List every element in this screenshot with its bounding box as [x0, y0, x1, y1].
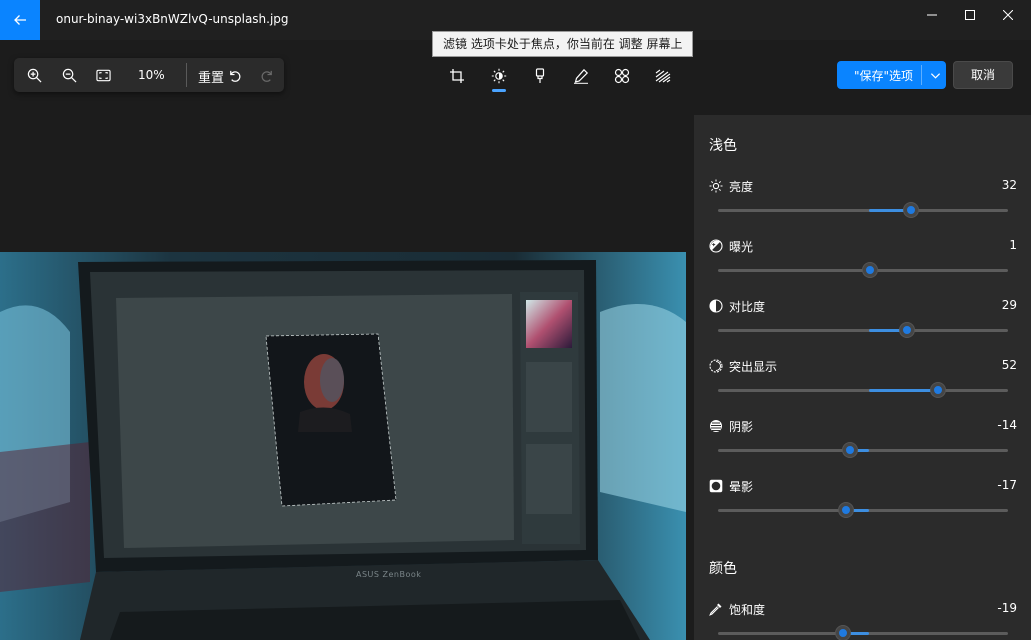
save-label: "保存"选项	[854, 69, 914, 83]
exposure-slider[interactable]	[718, 263, 1008, 277]
contrast-slider[interactable]	[718, 323, 1008, 337]
zoom-level: 10%	[138, 68, 165, 82]
cancel-button[interactable]: 取消	[953, 61, 1013, 89]
adjust-tool-button[interactable]	[486, 63, 512, 89]
filter-brush-icon	[535, 68, 545, 83]
zoom-toolbar: 10% 重置	[14, 58, 284, 92]
save-divider	[921, 65, 922, 85]
pen-icon	[574, 68, 589, 84]
zoom-in-icon	[27, 68, 41, 82]
slider-thumb[interactable]	[836, 626, 851, 640]
highlights-row: 突出显示 52	[694, 355, 1031, 415]
reset-button[interactable]: 重置	[198, 67, 224, 86]
adjustment-label: 对比度	[729, 300, 766, 314]
contrast-row: 对比度 29	[694, 295, 1031, 355]
maximize-icon	[965, 10, 975, 20]
vignette-icon	[708, 478, 724, 494]
undo-icon	[229, 70, 240, 82]
redo-icon	[261, 70, 272, 82]
undo-button[interactable]	[222, 63, 246, 87]
exposure-row: 曝光 1	[694, 235, 1031, 295]
close-icon	[1003, 10, 1013, 20]
red-eye-tool-button[interactable]	[609, 63, 635, 89]
adjustment-value: -14	[997, 418, 1017, 432]
save-dropdown-button[interactable]	[925, 65, 945, 85]
fit-to-window-button[interactable]	[91, 63, 115, 87]
laptop-brand-label: ASUS ZenBook	[356, 570, 422, 579]
slider-thumb[interactable]	[839, 503, 854, 517]
slider-thumb[interactable]	[904, 203, 919, 217]
slider-thumb[interactable]	[863, 263, 878, 277]
adjustment-value: 29	[1001, 298, 1017, 312]
adjustment-label: 曝光	[729, 240, 754, 254]
arrow-left-icon	[14, 15, 26, 25]
adjustment-value: -19	[997, 601, 1017, 615]
spot-fix-icon	[655, 69, 671, 83]
adjustment-label: 晕影	[729, 480, 754, 494]
fit-screen-icon	[95, 69, 111, 81]
shadows-slider[interactable]	[718, 443, 1008, 457]
redo-button[interactable]	[255, 63, 279, 87]
chevron-down-icon	[930, 72, 940, 79]
adjustment-value: 1	[1009, 238, 1017, 252]
crop-tool-button[interactable]	[444, 63, 470, 89]
photo-canvas[interactable]: ASUS ZenBook	[0, 252, 686, 640]
close-button[interactable]	[985, 0, 1031, 30]
slider-thumb[interactable]	[900, 323, 915, 337]
highlights-slider[interactable]	[718, 383, 1008, 397]
saturation-slider[interactable]	[718, 626, 1008, 640]
zoom-in-button[interactable]	[22, 63, 46, 87]
adjustment-label: 突出显示	[729, 360, 778, 374]
brightness-icon	[491, 68, 507, 84]
crop-icon	[450, 69, 464, 83]
slider-fill	[868, 389, 939, 392]
sun-icon	[708, 178, 724, 194]
save-options-button[interactable]: "保存"选项	[837, 61, 946, 89]
back-button[interactable]	[0, 0, 40, 40]
color-section-title: 颜色	[709, 561, 737, 577]
brightness-slider[interactable]	[718, 203, 1008, 217]
eyedropper-icon	[708, 601, 724, 617]
adjustment-value: -17	[997, 478, 1017, 492]
shadows-row: 阴影 -14	[694, 415, 1031, 475]
adjustment-value: 52	[1001, 358, 1017, 372]
focus-tooltip: 滤镜 选项卡处于焦点，你当前在 调整 屏幕上	[432, 31, 694, 57]
brightness-row: 亮度 32	[694, 175, 1031, 235]
active-tool-indicator	[492, 89, 506, 92]
saturation-row: 饱和度 -19	[694, 598, 1031, 640]
photo-laptop-image	[0, 252, 686, 640]
zoom-out-icon	[62, 68, 76, 82]
adjustment-value: 32	[1001, 178, 1017, 192]
window-title: onur-binay-wi3xBnWZlvQ-unsplash.jpg	[56, 12, 289, 26]
toolbar-divider	[186, 63, 187, 87]
adjustment-label: 阴影	[729, 420, 754, 434]
slider-thumb[interactable]	[843, 443, 858, 457]
zoom-out-button[interactable]	[57, 63, 81, 87]
exposure-icon	[708, 238, 724, 254]
light-section-title: 浅色	[709, 138, 737, 154]
vignette-slider[interactable]	[718, 503, 1008, 517]
markup-tool-button[interactable]	[568, 63, 594, 89]
spot-fix-tool-button[interactable]	[650, 63, 676, 89]
adjustment-label: 亮度	[729, 180, 754, 194]
red-eye-icon	[614, 68, 630, 84]
filter-tool-button[interactable]	[527, 63, 553, 89]
slider-thumb[interactable]	[931, 383, 946, 397]
highlights-icon	[708, 358, 724, 374]
minimize-icon	[927, 14, 937, 16]
adjustment-label: 饱和度	[729, 603, 766, 617]
shadows-icon	[708, 418, 724, 434]
vignette-row: 晕影 -17	[694, 475, 1031, 535]
adjust-panel: 浅色 亮度 32 曝光 1 对比度 29 突出显示 52 阴影 -14 晕影 -…	[694, 115, 1031, 640]
contrast-icon	[708, 298, 724, 314]
